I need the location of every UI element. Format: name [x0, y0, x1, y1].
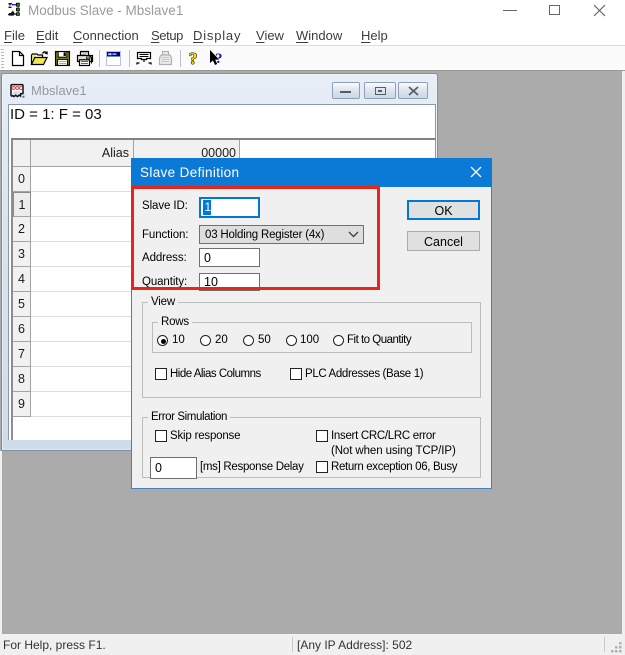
- svg-text:DOC: DOC: [12, 86, 23, 92]
- svg-text:?: ?: [189, 49, 198, 68]
